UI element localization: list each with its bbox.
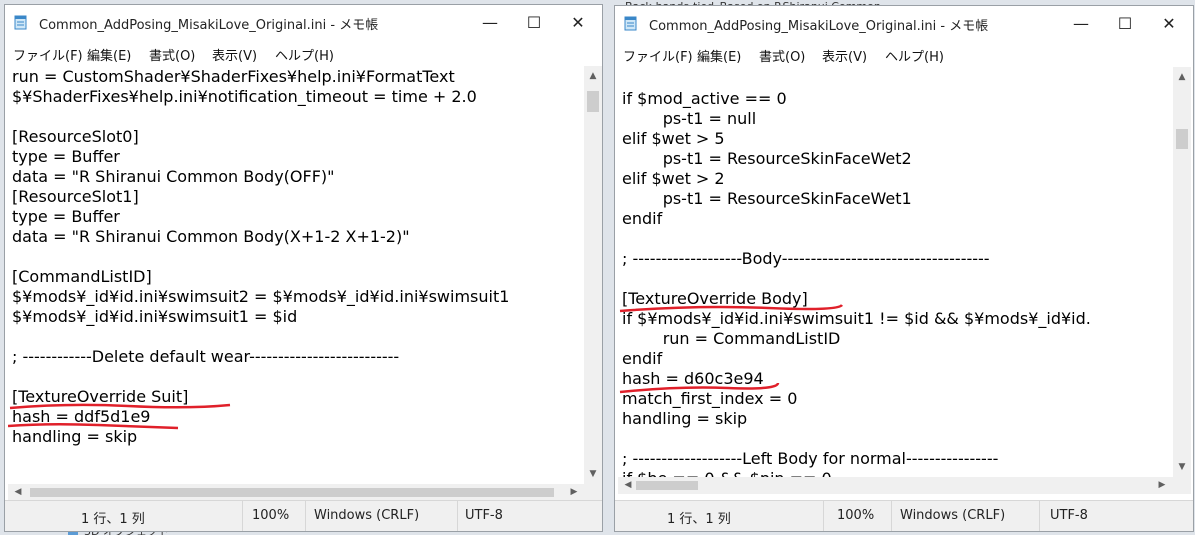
menu-view[interactable]: 表示(V) xyxy=(212,45,257,64)
scroll-left-arrow-icon[interactable]: ◀ xyxy=(620,477,636,493)
horizontal-scrollbar[interactable]: ◀ ▶ xyxy=(618,477,1173,494)
scroll-corner xyxy=(1173,477,1191,494)
menu-format[interactable]: 書式(O) xyxy=(759,46,805,65)
text-line: ; -------------------Body---------------… xyxy=(622,249,990,268)
horizontal-scroll-thumb[interactable] xyxy=(30,488,554,497)
scroll-down-arrow-icon[interactable]: ▼ xyxy=(1174,459,1190,475)
text-line: [ResourceSlot0] xyxy=(12,127,139,146)
zoom-level: 100% xyxy=(252,508,290,523)
text-line: if $be == 0 && $pin == 0 xyxy=(622,469,832,477)
text-line: $¥ShaderFixes¥help.ini¥notification_time… xyxy=(12,87,477,106)
status-separator xyxy=(242,501,243,531)
scroll-corner xyxy=(584,484,602,501)
text-line: handling = skip xyxy=(12,427,138,446)
text-line: if $mod_active == 0 xyxy=(622,89,787,108)
menu-view[interactable]: 表示(V) xyxy=(822,46,867,65)
cursor-position: 1 行、1 列 xyxy=(667,512,731,527)
menu-bar: ファイル(F) 編集(E) 書式(O) 表示(V) ヘルプ(H) xyxy=(615,40,1193,66)
text-line: handling = skip xyxy=(622,409,748,428)
menu-file[interactable]: ファイル(F) xyxy=(623,46,693,65)
cursor-position: 1 行、1 列 xyxy=(81,512,145,527)
close-button[interactable]: ✕ xyxy=(556,5,600,39)
scroll-right-arrow-icon[interactable]: ▶ xyxy=(566,484,582,500)
encoding: UTF-8 xyxy=(1050,508,1088,523)
menu-help[interactable]: ヘルプ(H) xyxy=(885,46,944,65)
menu-file[interactable]: ファイル(F) xyxy=(13,45,83,64)
menu-edit[interactable]: 編集(E) xyxy=(87,45,131,64)
vertical-scrollbar[interactable]: ▲ ▼ xyxy=(584,66,602,484)
menu-bar: ファイル(F) 編集(E) 書式(O) 表示(V) ヘルプ(H) xyxy=(5,39,602,65)
text-line: elif $wet > 2 xyxy=(622,169,725,188)
text-line: hash = ddf5d1e9 xyxy=(12,407,151,426)
notepad-window-left[interactable]: Common_AddPosing_MisakiLove_Original.ini… xyxy=(4,4,603,532)
title-bar[interactable]: Common_AddPosing_MisakiLove_Original.ini… xyxy=(5,5,602,39)
scroll-up-arrow-icon[interactable]: ▲ xyxy=(1174,69,1190,85)
notepad-window-right[interactable]: Common_AddPosing_MisakiLove_Original.ini… xyxy=(614,5,1194,532)
text-line: endif xyxy=(622,349,663,368)
text-line: ps-t1 = null xyxy=(622,109,757,128)
vertical-scrollbar[interactable]: ▲ ▼ xyxy=(1173,67,1191,477)
text-editor-area[interactable]: if $mod_active == 0 ps-t1 = null elif $w… xyxy=(618,67,1174,477)
text-line: data = "R Shiranui Common Body(OFF)" xyxy=(12,167,335,186)
line-ending: Windows (CRLF) xyxy=(314,508,420,523)
text-line: [TextureOverride Suit] xyxy=(12,387,189,406)
zoom-level: 100% xyxy=(837,508,875,523)
horizontal-scroll-thumb[interactable] xyxy=(636,481,698,490)
status-bar: 1 行、1 列 100% Windows (CRLF) UTF-8 xyxy=(5,500,602,531)
status-separator xyxy=(1039,501,1040,531)
status-separator xyxy=(305,501,306,531)
notepad-icon xyxy=(14,15,27,30)
text-line: $¥mods¥_id¥id.ini¥swimsuit2 = $¥mods¥_id… xyxy=(12,287,510,306)
notepad-icon xyxy=(624,16,637,31)
maximize-button[interactable]: ☐ xyxy=(512,5,556,39)
status-separator xyxy=(891,501,892,531)
text-line: ; -------------------Left Body for norma… xyxy=(622,449,999,468)
status-bar: 1 行、1 列 100% Windows (CRLF) UTF-8 xyxy=(615,500,1193,531)
encoding: UTF-8 xyxy=(465,508,503,523)
text-line: [CommandListID] xyxy=(12,267,152,286)
text-line: ; ------------Delete default wear-------… xyxy=(12,347,400,366)
menu-format[interactable]: 書式(O) xyxy=(149,45,195,64)
text-line: hash = d60c3e94 xyxy=(622,369,764,388)
minimize-button[interactable]: — xyxy=(468,5,512,39)
scroll-up-arrow-icon[interactable]: ▲ xyxy=(585,68,601,84)
scroll-right-arrow-icon[interactable]: ▶ xyxy=(1154,477,1170,493)
text-line: endif xyxy=(622,209,663,228)
text-line: $¥mods¥_id¥id.ini¥swimsuit1 = $id xyxy=(12,307,298,326)
scroll-left-arrow-icon[interactable]: ◀ xyxy=(10,484,26,500)
text-line: [TextureOverride Body] xyxy=(622,289,808,308)
minimize-button[interactable]: — xyxy=(1059,6,1103,40)
maximize-button[interactable]: ☐ xyxy=(1103,6,1147,40)
text-line: run = CommandListID xyxy=(622,329,841,348)
text-line: type = Buffer xyxy=(12,207,120,226)
vertical-scroll-thumb[interactable] xyxy=(1176,129,1188,149)
horizontal-scrollbar[interactable]: ◀ ▶ xyxy=(8,484,584,501)
text-editor-area[interactable]: run = CustomShader¥ShaderFixes¥help.ini¥… xyxy=(8,66,584,484)
scroll-down-arrow-icon[interactable]: ▼ xyxy=(585,466,601,482)
status-separator xyxy=(823,501,824,531)
vertical-scroll-thumb[interactable] xyxy=(587,91,599,112)
title-bar[interactable]: Common_AddPosing_MisakiLove_Original.ini… xyxy=(615,6,1193,40)
text-line: match_first_index = 0 xyxy=(622,389,798,408)
text-line: ps-t1 = ResourceSkinFaceWet1 xyxy=(622,189,912,208)
text-line: [ResourceSlot1] xyxy=(12,187,139,206)
close-button[interactable]: ✕ xyxy=(1147,6,1191,40)
text-line: elif $wet > 5 xyxy=(622,129,725,148)
text-line: run = CustomShader¥ShaderFixes¥help.ini¥… xyxy=(12,67,455,86)
text-line: if $¥mods¥_id¥id.ini¥swimsuit1 != $id &&… xyxy=(622,309,1091,328)
status-separator xyxy=(457,501,458,531)
text-line: data = "R Shiranui Common Body(X+1-2 X+1… xyxy=(12,227,410,246)
text-line: ps-t1 = ResourceSkinFaceWet2 xyxy=(622,149,912,168)
menu-edit[interactable]: 編集(E) xyxy=(697,46,741,65)
window-title: Common_AddPosing_MisakiLove_Original.ini… xyxy=(39,18,379,33)
menu-help[interactable]: ヘルプ(H) xyxy=(275,45,334,64)
line-ending: Windows (CRLF) xyxy=(900,508,1006,523)
text-line: type = Buffer xyxy=(12,147,120,166)
window-title: Common_AddPosing_MisakiLove_Original.ini… xyxy=(649,19,989,34)
